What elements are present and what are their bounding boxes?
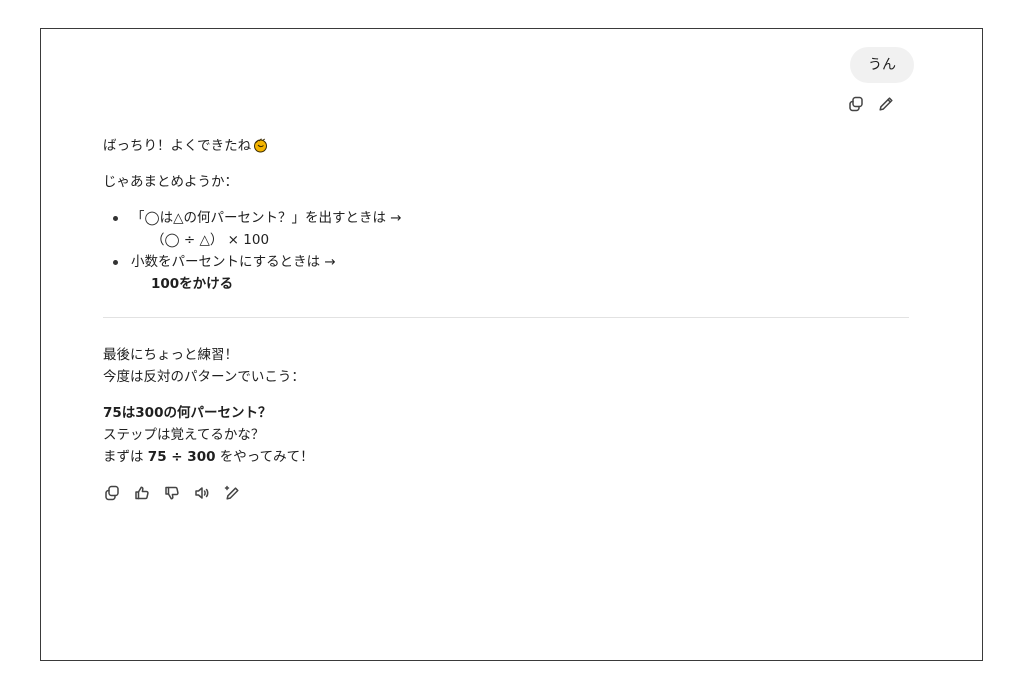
hint-prefix: まずは <box>103 449 148 465</box>
assistant-message: ばっちり！よくできたね じゃあまとめようか： 「◯は△の何パーセント？」を出すと… <box>103 135 909 502</box>
edit-sparkle-icon[interactable] <box>223 484 241 502</box>
greeting-text: ばっちり！よくできたね <box>103 138 252 154</box>
greeting-line: ばっちり！よくできたね <box>103 135 909 157</box>
clapping-hands-emoji-icon <box>252 137 268 153</box>
point-2-text: 小数をパーセントにするときは → <box>131 254 336 270</box>
speaker-icon[interactable] <box>193 484 211 502</box>
section-divider <box>103 317 909 318</box>
list-item: 小数をパーセントにするときは → 100をかける <box>103 251 909 295</box>
list-item: 「◯は△の何パーセント？」を出すときは → （◯ ÷ △） × 100 <box>103 207 909 251</box>
practice-line-1: 最後にちょっと練習！ <box>103 347 238 363</box>
hint-line-2: まずは 75 ÷ 300 をやってみて！ <box>103 446 909 468</box>
hint-line-1: ステップは覚えてるかな？ <box>103 427 265 443</box>
user-message-bubble: うん <box>850 47 914 83</box>
chat-frame: うん ばっちり！よくできたね じゃあまとめようか： 「◯は△の何パーセント？」を… <box>40 28 983 661</box>
pencil-icon[interactable] <box>877 95 895 113</box>
summary-list: 「◯は△の何パーセント？」を出すときは → （◯ ÷ △） × 100 小数をパ… <box>103 207 909 295</box>
practice-line-2: 今度は反対のパターンでいこう： <box>103 369 305 385</box>
user-message-text: うん <box>868 57 896 73</box>
copy-icon[interactable] <box>847 95 865 113</box>
question-text: 75は300の何パーセント？ <box>103 405 272 421</box>
point-1-text: 「◯は△の何パーセント？」を出すときは → <box>131 210 402 226</box>
thumbs-down-icon[interactable] <box>163 484 181 502</box>
point-2-rule: 100をかける <box>151 276 234 292</box>
user-message-actions <box>847 95 895 113</box>
hint-expression: 75 ÷ 300 <box>147 449 216 465</box>
thumbs-up-icon[interactable] <box>133 484 151 502</box>
point-1-formula: （◯ ÷ △） × 100 <box>151 232 270 248</box>
response-actions <box>103 484 909 502</box>
summary-intro: じゃあまとめようか： <box>103 174 238 190</box>
hint-suffix: をやってみて！ <box>215 449 314 465</box>
copy-icon[interactable] <box>103 484 121 502</box>
